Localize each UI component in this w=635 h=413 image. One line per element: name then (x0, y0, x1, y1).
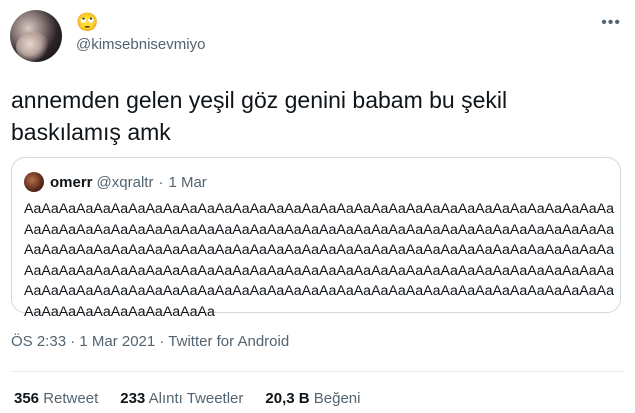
quoted-tweet-header: omerr @xqraltr · 1 Mar (24, 172, 207, 192)
quoted-body: AaAaAaAaAaAaAaAaAaAaAaAaAaAaAaAaAaAaAaAa… (24, 201, 615, 320)
divider (11, 371, 624, 372)
avatar[interactable] (10, 10, 62, 62)
eye-roll-emoji-icon: 🙄 (76, 12, 99, 33)
tweet-text: annemden gelen yeşil göz genini babam bu… (11, 87, 508, 145)
retweets-count: 356 (14, 390, 40, 407)
retweets-label: Retweet (43, 390, 99, 407)
more-options-icon[interactable]: ••• (601, 14, 621, 32)
quoted-date: 1 Mar (168, 173, 207, 191)
likes-count: 20,3 B (265, 390, 310, 407)
quoted-handle: @xqraltr (96, 173, 154, 191)
likes-label: Beğeni (313, 390, 361, 407)
quoted-name: omerr (50, 173, 93, 191)
tweet-timestamp[interactable]: ÖS 2:33 · 1 Mar 2021 · Twitter for Andro… (11, 333, 289, 350)
quoted-avatar (24, 172, 44, 192)
quote-tweets-stat[interactable]: 233 Alıntı Tweetler (120, 390, 243, 407)
quoted-tweet[interactable]: omerr @xqraltr · 1 Mar AaAaAaAaAaAaAaAaA… (11, 157, 621, 320)
likes-stat[interactable]: 20,3 B Beğeni (265, 390, 360, 407)
display-name[interactable]: 🙄 (76, 12, 98, 34)
quoted-separator: · (158, 173, 164, 191)
quotes-count: 233 (120, 390, 146, 407)
user-handle[interactable]: @kimsebnisevmiyo (76, 36, 205, 53)
retweets-stat[interactable]: 356 Retweet (14, 390, 98, 407)
tweet-stats: 356 Retweet 233 Alıntı Tweetler 20,3 B B… (14, 390, 382, 407)
quotes-label: Alıntı Tweetler (148, 390, 244, 407)
